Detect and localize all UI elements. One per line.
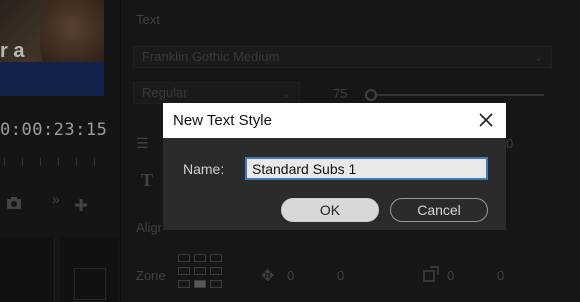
new-text-style-dialog: Name: OK Cancel — [163, 138, 506, 230]
close-icon[interactable] — [474, 108, 498, 132]
cancel-button[interactable]: Cancel — [390, 198, 488, 222]
dialog-title: New Text Style — [173, 112, 272, 129]
dialog-title-bar: New Text Style — [163, 103, 506, 138]
name-field[interactable] — [245, 157, 488, 180]
name-label: Name: — [183, 161, 225, 177]
ok-button[interactable]: OK — [281, 198, 379, 222]
